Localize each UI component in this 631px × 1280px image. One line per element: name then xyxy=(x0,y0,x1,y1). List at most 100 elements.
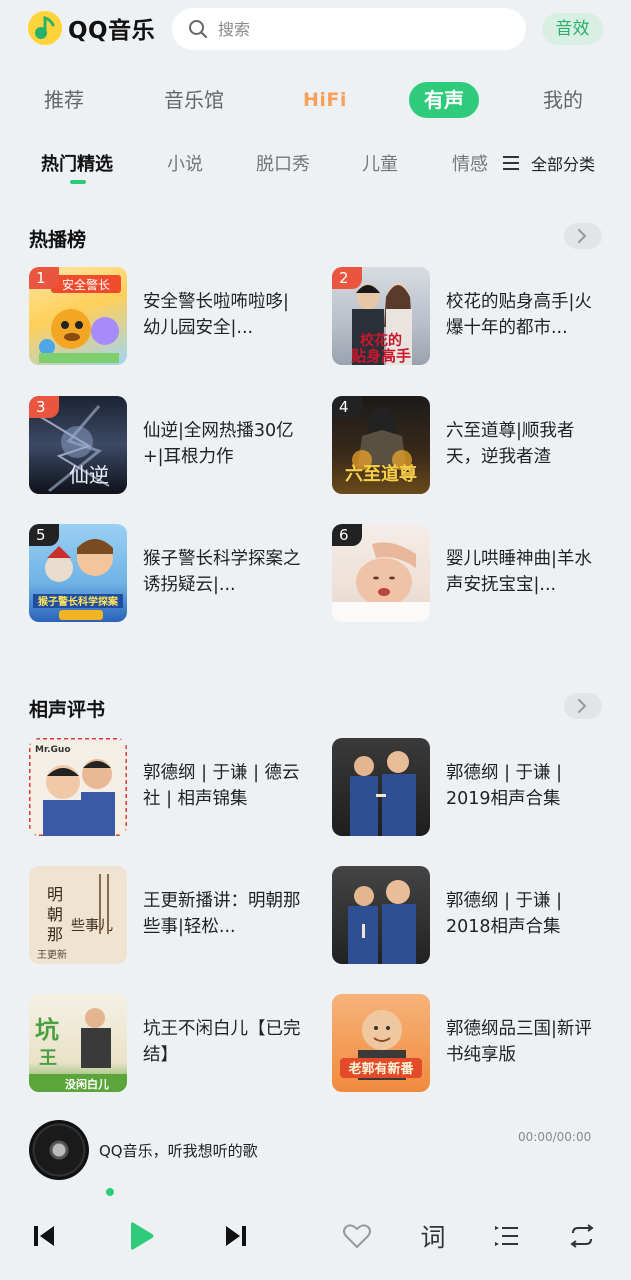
svg-text:坑: 坑 xyxy=(35,1015,59,1044)
crosstalk-item[interactable]: 老郭有新番 郭德纲品三国|新评书纯享版 xyxy=(332,994,622,1094)
rank-badge: 1 xyxy=(29,267,59,289)
nav-mine[interactable]: 我的 xyxy=(543,78,583,122)
cover-image: Mr.Guo xyxy=(29,738,127,836)
hot-item[interactable]: 六至道尊 4 六至道尊|顺我者天，逆我者渣 xyxy=(332,396,622,496)
hot-item[interactable]: 校花的 贴身高手 2 校花的贴身高手|火爆十年的都市... xyxy=(332,267,622,367)
item-title: 王更新播讲：明朝那些事|轻松... xyxy=(143,891,301,937)
crosstalk-section-more-button[interactable] xyxy=(564,693,602,719)
favorite-button[interactable] xyxy=(337,1210,377,1262)
cover-image: 老郭有新番 xyxy=(332,994,430,1092)
svg-text:王: 王 xyxy=(39,1048,57,1069)
item-title: 仙逆|全网热播30亿+|耳根力作 xyxy=(143,421,294,467)
sound-effects-button[interactable]: 音效 xyxy=(542,13,603,45)
rank-badge: 4 xyxy=(332,396,362,418)
item-title: 六至道尊|顺我者天，逆我者渣 xyxy=(446,421,575,467)
next-icon xyxy=(226,1226,246,1246)
svg-text:王更新: 王更新 xyxy=(37,948,67,961)
svg-text:贴身高手: 贴身高手 xyxy=(351,347,411,365)
cover-image: 坑 王 没闲白儿 xyxy=(29,994,127,1092)
svg-text:朝: 朝 xyxy=(47,905,63,924)
rank-badge: 3 xyxy=(29,396,59,418)
tab-hot-picks[interactable]: 热门精选 xyxy=(41,150,113,176)
now-playing-text: QQ音乐，听我想听的歌 xyxy=(99,1142,258,1160)
nav-recommend[interactable]: 推荐 xyxy=(44,78,84,122)
repeat-mode-button[interactable] xyxy=(562,1210,602,1262)
svg-text:老郭有新番: 老郭有新番 xyxy=(347,1061,414,1077)
item-title: 坑王不闲白儿【已完结】 xyxy=(143,1019,301,1065)
progress-handle[interactable] xyxy=(106,1188,114,1196)
crosstalk-item[interactable]: 明 朝 那 些事儿 王更新 王更新播讲：明朝那些事|轻松... xyxy=(29,866,319,966)
qq-music-logo-icon xyxy=(28,11,62,45)
search-input[interactable] xyxy=(216,18,500,40)
rank-badge: 6 xyxy=(332,524,362,546)
tab-talk-show[interactable]: 脱口秀 xyxy=(256,150,310,176)
svg-text:安全警长: 安全警长 xyxy=(62,277,110,292)
svg-text:仙逆: 仙逆 xyxy=(69,463,109,487)
tab-novel[interactable]: 小说 xyxy=(167,150,203,176)
hot-section-title: 热播榜 xyxy=(29,229,87,251)
nav-music-hall[interactable]: 音乐馆 xyxy=(164,78,224,122)
cover-image: 明 朝 那 些事儿 王更新 xyxy=(29,866,127,964)
top-bar: QQ音乐 音效 xyxy=(0,0,631,60)
hot-item[interactable]: 仙逆 3 仙逆|全网热播30亿+|耳根力作 xyxy=(29,396,319,496)
play-button[interactable] xyxy=(121,1210,161,1262)
previous-button[interactable] xyxy=(24,1210,64,1262)
playlist-icon xyxy=(495,1226,518,1246)
all-categories-button[interactable]: 全部分类 xyxy=(503,151,595,175)
item-title: 郭德纲 | 于谦 | 2018相声合集 xyxy=(446,891,562,937)
app-logo[interactable]: QQ音乐 xyxy=(28,11,155,45)
cover-image: 仙逆 3 xyxy=(29,396,127,494)
item-title: 郭德纲品三国|新评书纯享版 xyxy=(446,1019,592,1065)
cover-image: 六至道尊 4 xyxy=(332,396,430,494)
tab-emotion[interactable]: 情感 xyxy=(452,150,488,176)
nav-hifi[interactable]: HiFi xyxy=(303,78,347,122)
album-disc[interactable] xyxy=(29,1120,89,1180)
rank-badge: 5 xyxy=(29,524,59,546)
crosstalk-item[interactable]: 郭德纲 | 于谦 | 2019相声合集 xyxy=(332,738,622,838)
heart-icon xyxy=(343,1224,371,1248)
lyrics-label: 词 xyxy=(420,1223,446,1252)
main-nav: 推荐 音乐馆 HiFi 有声 我的 xyxy=(0,78,631,122)
nav-audio[interactable]: 有声 xyxy=(409,82,479,118)
chevron-right-icon xyxy=(578,699,587,713)
item-title: 校花的贴身高手|火爆十年的都市... xyxy=(446,292,592,338)
playback-time: 00:00/00:00 xyxy=(518,1130,592,1144)
svg-text:些事儿: 些事儿 xyxy=(71,918,113,934)
crosstalk-item[interactable]: 坑 王 没闲白儿 坑王不闲白儿【已完结】 xyxy=(29,994,319,1094)
item-title: 猴子警长科学探案之诱拐疑云|... xyxy=(143,549,301,595)
previous-icon xyxy=(34,1226,54,1246)
repeat-icon xyxy=(570,1224,594,1248)
tab-children[interactable]: 儿童 xyxy=(362,150,398,176)
progress-bar[interactable] xyxy=(0,1188,631,1198)
cover-image: 校花的 贴身高手 2 xyxy=(332,267,430,365)
hot-item[interactable]: 6 婴儿哄睡神曲|羊水声安抚宝宝|... xyxy=(332,524,622,624)
crosstalk-item[interactable]: Mr.Guo 郭德纲 | 于谦 | 德云社 | 相声锦集 xyxy=(29,738,319,838)
lyrics-button[interactable]: 词 xyxy=(413,1210,453,1262)
svg-text:猴子警长科学探案: 猴子警长科学探案 xyxy=(38,595,119,608)
cover-image xyxy=(332,738,430,836)
play-icon xyxy=(131,1222,154,1250)
cover-image: 安全警长 1 xyxy=(29,267,127,365)
hot-section-more-button[interactable] xyxy=(564,223,602,249)
crosstalk-item[interactable]: 郭德纲 | 于谦 | 2018相声合集 xyxy=(332,866,622,966)
hot-item[interactable]: 猴子警长科学探案 5 猴子警长科学探案之诱拐疑云|... xyxy=(29,524,319,624)
svg-text:六至道尊: 六至道尊 xyxy=(345,463,417,485)
menu-icon xyxy=(503,156,519,170)
all-categories-label: 全部分类 xyxy=(531,155,596,174)
svg-text:明: 明 xyxy=(47,885,63,904)
chevron-right-icon xyxy=(578,229,587,243)
playlist-button[interactable] xyxy=(487,1210,527,1262)
player-controls: 词 xyxy=(0,1210,631,1264)
hot-item[interactable]: 安全警长 1 安全警长啦咘啦哆|幼儿园安全|... xyxy=(29,267,319,367)
cover-image: 6 xyxy=(332,524,430,622)
svg-text:Mr.Guo: Mr.Guo xyxy=(35,745,71,755)
search-bar[interactable] xyxy=(172,8,526,50)
mini-player[interactable]: QQ音乐，听我想听的歌 00:00/00:00 xyxy=(0,1118,631,1188)
next-button[interactable] xyxy=(216,1210,256,1262)
crosstalk-section-title: 相声评书 xyxy=(29,699,106,721)
svg-text:那: 那 xyxy=(47,925,63,944)
svg-text:没闲白儿: 没闲白儿 xyxy=(65,1077,109,1091)
active-tab-indicator xyxy=(70,180,86,184)
item-title: 郭德纲 | 于谦 | 德云社 | 相声锦集 xyxy=(143,763,300,809)
search-icon xyxy=(189,20,207,38)
